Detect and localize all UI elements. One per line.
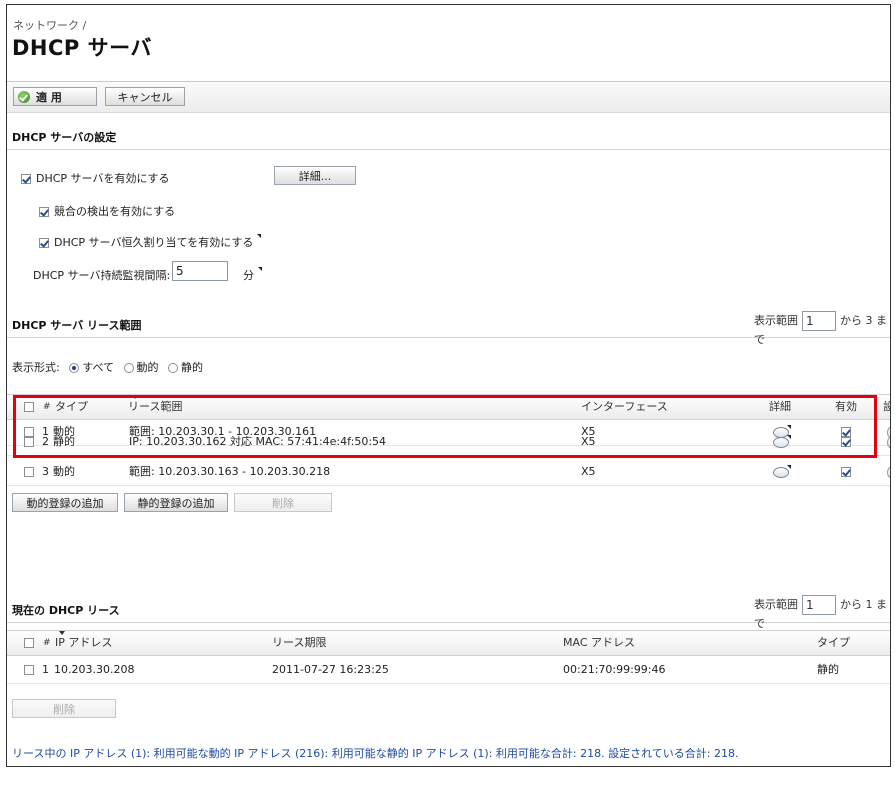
table-row: 1 10.203.30.208 2011-07-27 16:23:25 00:2… <box>7 656 890 684</box>
enable-dhcp-label: DHCP サーバを有効にする <box>36 172 170 185</box>
settings-section-title: DHCP サーバの設定 <box>12 131 117 144</box>
row-interface: X5 <box>581 465 596 478</box>
col-mac[interactable]: MAC アドレス <box>563 631 635 655</box>
row-checkbox[interactable] <box>24 437 34 447</box>
comment-icon[interactable] <box>773 435 791 448</box>
row-type: 動的 <box>53 465 75 478</box>
lease-scope-section-title: DHCP サーバ リース範囲 <box>12 319 142 332</box>
pager-input[interactable]: 1 <box>802 311 836 331</box>
cancel-button[interactable]: キャンセル <box>105 87 185 106</box>
pager-label: 表示範囲 <box>754 314 798 327</box>
apply-button[interactable]: 適 用 <box>13 87 97 106</box>
settings-section-header: DHCP サーバの設定 <box>7 127 890 150</box>
persistent-assign-label: DHCP サーバ恒久割り当てを有効にする <box>54 236 254 249</box>
row-enabled-checkbox[interactable] <box>841 437 851 447</box>
col-expiry[interactable]: リース期限 <box>272 631 326 655</box>
monitor-interval-label: DHCP サーバ持続監視間隔: <box>33 269 171 282</box>
current-leases-pager: 表示範囲 1 から 1 まで <box>754 595 890 631</box>
col-config: 設 <box>883 395 890 419</box>
pager-input[interactable]: 1 <box>802 595 836 615</box>
select-all-checkbox[interactable] <box>24 638 34 648</box>
page-title: DHCP サーバ <box>12 36 152 60</box>
row-checkbox[interactable] <box>24 665 34 675</box>
col-interface[interactable]: インターフェース <box>581 395 668 419</box>
apply-button-label: 適 用 <box>36 91 62 104</box>
row-num: 2 <box>42 435 49 448</box>
current-leases-table-header: # IP アドレス リース期限 MAC アドレス タイプ <box>7 630 890 656</box>
table-row: 2 静的 IP: 10.203.30.162 対応 MAC: 57:41:4e:… <box>7 428 890 456</box>
row-mac: 00:21:70:99:99:46 <box>563 663 666 676</box>
col-enabled: 有効 <box>835 400 857 413</box>
row-range: 範囲: 10.203.30.163 - 10.203.30.218 <box>129 465 331 478</box>
monitor-interval-input[interactable]: 5 <box>172 261 228 281</box>
row-num: 3 <box>42 465 49 478</box>
col-num: # <box>43 402 51 412</box>
breadcrumb[interactable]: ネットワーク / <box>13 17 86 33</box>
col-type[interactable]: タイプ <box>817 631 850 655</box>
lease-scope-table-header: # タイプ リース範囲 インターフェース 詳細 有効 設 <box>7 394 890 420</box>
row-range: IP: 10.203.30.162 対応 MAC: 57:41:4e:4f:50… <box>129 435 387 448</box>
enable-dhcp-option: DHCP サーバを有効にする <box>21 170 170 186</box>
persistent-assign-checkbox[interactable] <box>39 238 49 248</box>
sort-down-icon <box>132 395 138 399</box>
table-row: 3 動的 範囲: 10.203.30.163 - 10.203.30.218 X… <box>7 458 890 486</box>
view-mode-all[interactable]: すべて <box>69 361 114 374</box>
comment-icon[interactable] <box>773 465 791 478</box>
view-mode-selector: 表示形式: すべて 動的 静的 <box>12 359 203 375</box>
row-enabled-checkbox[interactable] <box>841 467 851 477</box>
current-leases-section-title: 現在の DHCP リース <box>12 604 120 617</box>
delete-range-button[interactable]: 削除 <box>234 493 332 512</box>
monitor-interval-unit: 分 <box>243 267 262 283</box>
conflict-detection-option: 競合の検出を有効にする <box>39 203 175 219</box>
configure-icon[interactable] <box>887 465 890 480</box>
row-expiry: 2011-07-27 16:23:25 <box>272 663 389 676</box>
comment-marker-icon <box>257 234 262 238</box>
radio-button[interactable] <box>123 363 134 373</box>
add-static-button[interactable]: 静的登録の追加 <box>124 493 228 512</box>
row-type: 静的 <box>53 435 75 448</box>
toolbar: 適 用 キャンセル <box>7 81 890 113</box>
col-details: 詳細 <box>769 400 791 413</box>
conflict-detection-label: 競合の検出を有効にする <box>54 205 176 218</box>
sort-down-icon <box>59 631 65 635</box>
conflict-detection-checkbox[interactable] <box>39 207 49 217</box>
row-interface: X5 <box>581 435 596 448</box>
radio-button[interactable] <box>168 363 179 373</box>
persistent-assign-option: DHCP サーバ恒久割り当てを有効にする <box>39 234 262 250</box>
lease-scope-pager: 表示範囲 1 から 3 まで <box>754 311 890 347</box>
configure-icon[interactable] <box>887 435 890 450</box>
checkmark-icon <box>18 91 30 103</box>
enable-dhcp-checkbox[interactable] <box>21 174 31 184</box>
row-num: 1 <box>42 663 49 676</box>
row-checkbox[interactable] <box>24 467 34 477</box>
view-mode-static[interactable]: 静的 <box>168 361 203 374</box>
add-dynamic-button[interactable]: 動的登録の追加 <box>12 493 118 512</box>
delete-lease-button[interactable]: 削除 <box>12 699 116 718</box>
radio-button[interactable] <box>69 363 80 373</box>
comment-marker-icon <box>258 267 262 271</box>
view-mode-label: 表示形式: <box>12 361 60 374</box>
row-type: 静的 <box>817 663 839 676</box>
lease-summary-note: リース中の IP アドレス (1): 利用可能な動的 IP アドレス (216)… <box>12 747 739 760</box>
col-num: # <box>43 638 51 648</box>
select-all-checkbox[interactable] <box>24 402 34 412</box>
pager-label: 表示範囲 <box>754 598 798 611</box>
row-ip: 10.203.30.208 <box>54 663 135 676</box>
details-button[interactable]: 詳細... <box>274 166 356 185</box>
dhcp-server-page: ネットワーク / DHCP サーバ 適 用 キャンセル DHCP サーバの設定 … <box>6 4 891 767</box>
col-type[interactable]: タイプ <box>55 395 88 419</box>
view-mode-dynamic[interactable]: 動的 <box>123 361 159 374</box>
